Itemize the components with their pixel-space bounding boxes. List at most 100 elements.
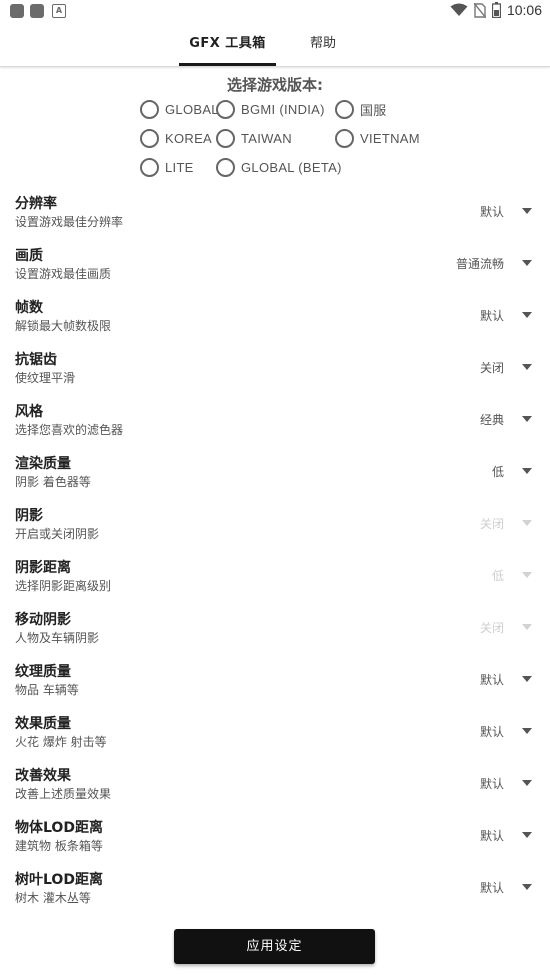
dropdown-arrow-icon xyxy=(522,520,532,526)
setting-value[interactable]: 默认 xyxy=(480,775,504,792)
radio-label: LITE xyxy=(165,160,194,175)
radio-cn-server[interactable]: 国服 xyxy=(335,100,387,119)
setting-graphics: 画质 设置游戏最佳画质 普通流畅 xyxy=(0,245,550,291)
radio-label: GLOBAL xyxy=(165,102,219,117)
setting-value[interactable]: 低 xyxy=(492,463,504,480)
radio-circle-icon xyxy=(140,100,159,119)
radio-global[interactable]: GLOBAL xyxy=(140,100,219,119)
radio-bgmi-india[interactable]: BGMI (INDIA) xyxy=(216,100,325,119)
status-bar-left: A xyxy=(10,4,66,18)
dropdown-arrow-icon[interactable] xyxy=(522,260,532,266)
radio-circle-icon xyxy=(216,129,235,148)
radio-vietnam[interactable]: VIETNAM xyxy=(335,129,420,148)
setting-subtitle: 选择您喜欢的滤色器 xyxy=(15,423,124,437)
radio-taiwan[interactable]: TAIWAN xyxy=(216,129,292,148)
wifi-icon xyxy=(450,3,468,16)
radio-global-beta[interactable]: GLOBAL (BETA) xyxy=(216,158,342,177)
setting-title: 纹理质量 xyxy=(15,664,71,680)
dropdown-arrow-icon xyxy=(522,624,532,630)
radio-label: GLOBAL (BETA) xyxy=(241,160,342,175)
setting-value[interactable]: 经典 xyxy=(480,411,504,428)
setting-subtitle: 阴影 着色器等 xyxy=(15,475,91,489)
radio-label: KOREA xyxy=(165,131,213,146)
setting-subtitle: 使纹理平滑 xyxy=(15,371,76,385)
dropdown-arrow-icon[interactable] xyxy=(522,468,532,474)
dropdown-arrow-icon xyxy=(522,572,532,578)
setting-subtitle: 设置游戏最佳分辨率 xyxy=(15,215,124,229)
setting-shadow: 阴影 开启或关闭阴影 关闭 xyxy=(0,505,550,551)
setting-title: 改善效果 xyxy=(15,768,71,784)
setting-anti-aliasing: 抗锯齿 使纹理平滑 关闭 xyxy=(0,349,550,395)
setting-value: 关闭 xyxy=(479,517,504,531)
setting-resolution: 分辨率 设置游戏最佳分辨率 默认 xyxy=(0,193,550,239)
setting-subtitle: 解锁最大帧数极限 xyxy=(15,319,112,333)
radio-korea[interactable]: KOREA xyxy=(140,129,212,148)
dropdown-arrow-icon[interactable] xyxy=(522,312,532,318)
setting-subtitle: 人物及车辆阴影 xyxy=(15,631,100,645)
setting-render-quality: 渲染质量 阴影 着色器等 低 xyxy=(0,453,550,499)
setting-value: 低 xyxy=(491,569,504,583)
setting-title: 树叶LOD距离 xyxy=(15,872,103,888)
dropdown-arrow-icon[interactable] xyxy=(522,884,532,890)
setting-value[interactable]: 默认 xyxy=(480,827,504,844)
setting-value[interactable]: 默认 xyxy=(480,203,504,220)
setting-value[interactable]: 普通流畅 xyxy=(456,255,504,272)
dropdown-arrow-icon[interactable] xyxy=(522,416,532,422)
setting-title: 阴影距离 xyxy=(15,560,71,576)
radio-label: BGMI (INDIA) xyxy=(241,102,325,117)
setting-title: 渲染质量 xyxy=(15,456,71,472)
setting-subtitle: 物品 车辆等 xyxy=(15,683,79,697)
setting-style: 风格 选择您喜欢的滤色器 经典 xyxy=(0,401,550,447)
setting-improve-effects: 改善效果 改善上述质量效果 默认 xyxy=(0,765,550,811)
dropdown-arrow-icon[interactable] xyxy=(522,676,532,682)
setting-shadow-distance: 阴影距离 选择阴影距离级别 低 xyxy=(0,557,550,603)
radio-circle-icon xyxy=(140,129,159,148)
setting-title: 画质 xyxy=(15,248,43,264)
setting-title: 物体LOD距离 xyxy=(15,820,103,836)
setting-effect-quality: 效果质量 火花 爆炸 射击等 默认 xyxy=(0,713,550,759)
tab-gfx-tool[interactable]: GFX 工具箱 xyxy=(179,26,276,66)
radio-circle-icon xyxy=(140,158,159,177)
setting-value[interactable]: 默认 xyxy=(480,307,504,324)
tab-bar: GFX 工具箱 帮助 xyxy=(0,26,550,67)
version-title: 选择游戏版本: xyxy=(227,76,323,94)
setting-title: 帧数 xyxy=(15,300,43,316)
setting-object-lod: 物体LOD距离 建筑物 板条箱等 默认 xyxy=(0,817,550,863)
setting-subtitle: 树木 灌木丛等 xyxy=(15,891,91,905)
tab-help[interactable]: 帮助 xyxy=(300,26,346,66)
setting-title: 抗锯齿 xyxy=(15,352,57,368)
battery-icon xyxy=(491,2,501,18)
setting-foliage-lod: 树叶LOD距离 树木 灌木丛等 默认 xyxy=(0,869,550,915)
dropdown-arrow-icon[interactable] xyxy=(522,832,532,838)
setting-subtitle: 改善上述质量效果 xyxy=(15,787,112,801)
dropdown-arrow-icon[interactable] xyxy=(522,728,532,734)
setting-title: 阴影 xyxy=(15,508,43,524)
setting-subtitle: 开启或关闭阴影 xyxy=(15,527,100,541)
setting-value[interactable]: 默认 xyxy=(480,671,504,688)
app-a-icon: A xyxy=(52,4,66,18)
radio-lite[interactable]: LITE xyxy=(140,158,194,177)
clock: 10:06 xyxy=(506,2,542,18)
dropdown-arrow-icon[interactable] xyxy=(522,780,532,786)
radio-label: 国服 xyxy=(360,103,387,118)
radio-label: TAIWAN xyxy=(241,131,292,146)
setting-title: 效果质量 xyxy=(15,716,71,732)
setting-fps: 帧数 解锁最大帧数极限 默认 xyxy=(0,297,550,343)
setting-subtitle: 设置游戏最佳画质 xyxy=(15,267,112,281)
dropdown-arrow-icon[interactable] xyxy=(522,364,532,370)
setting-subtitle: 火花 爆炸 射击等 xyxy=(15,735,107,749)
setting-value[interactable]: 关闭 xyxy=(480,359,504,376)
setting-title: 移动阴影 xyxy=(15,612,71,628)
setting-value: 关闭 xyxy=(479,621,504,635)
setting-value[interactable]: 默认 xyxy=(480,723,504,740)
setting-texture-quality: 纹理质量 物品 车辆等 默认 xyxy=(0,661,550,707)
status-bar: A 10:06 xyxy=(0,0,550,24)
no-sim-icon xyxy=(473,2,486,18)
apply-settings-button[interactable]: 应用设定 xyxy=(174,929,375,964)
dropdown-arrow-icon[interactable] xyxy=(522,208,532,214)
setting-subtitle: 选择阴影距离级别 xyxy=(15,579,112,593)
setting-subtitle: 建筑物 板条箱等 xyxy=(15,839,103,853)
radio-circle-icon xyxy=(216,100,235,119)
radio-circle-icon xyxy=(335,100,354,119)
setting-value[interactable]: 默认 xyxy=(480,879,504,896)
